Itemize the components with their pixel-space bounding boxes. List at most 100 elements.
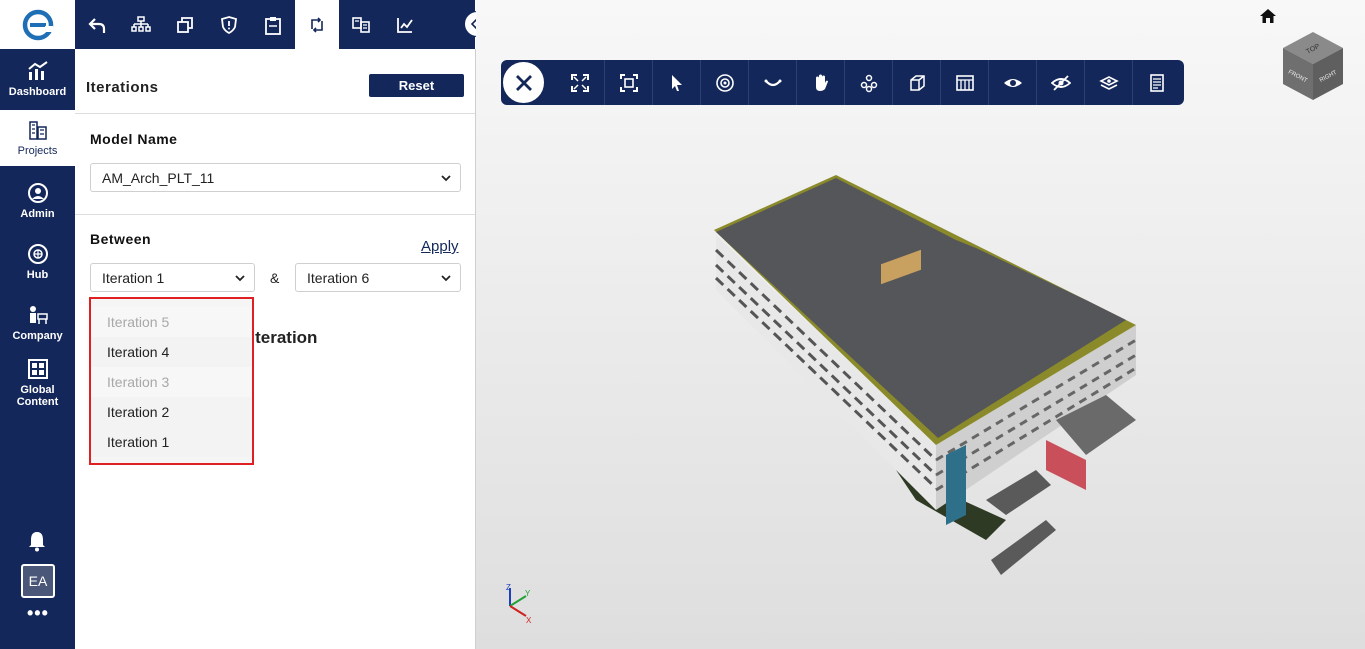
panel-toolbar [75, 0, 475, 49]
analytics-button[interactable] [383, 0, 427, 49]
nav-hub[interactable]: Hub [0, 233, 75, 291]
more-menu-button[interactable]: ••• [27, 604, 49, 622]
to-iteration-value: Iteration 6 [307, 269, 370, 286]
nav-projects[interactable]: Projects [0, 110, 75, 166]
reset-button[interactable]: Reset [369, 74, 464, 97]
clipboard-icon [265, 16, 281, 35]
model-name-label: Model Name [90, 131, 178, 147]
nav-company-label: Company [12, 330, 63, 342]
iterations-button[interactable] [295, 0, 339, 49]
axis-z-label: Z [506, 583, 511, 592]
orbit-icon [715, 73, 734, 92]
copy-button[interactable] [163, 0, 207, 49]
close-viewer-button[interactable] [501, 60, 546, 105]
buildings-icon [28, 121, 47, 140]
close-icon [515, 74, 532, 91]
cursor-icon [671, 74, 682, 91]
undo-arrow-icon [88, 17, 106, 33]
divider [75, 214, 475, 215]
panel-title: Iterations [86, 79, 159, 96]
section-curve-icon [764, 79, 781, 86]
logo-icon [22, 9, 53, 40]
cube-view-button[interactable] [892, 60, 940, 105]
dashboard-icon [27, 61, 48, 80]
axis-y-label: Y [525, 589, 531, 598]
nav-admin[interactable]: Admin [0, 172, 75, 230]
hierarchy-icon [131, 15, 151, 32]
explode-icon [860, 74, 877, 92]
expand-icon [571, 73, 589, 92]
show-button[interactable] [988, 60, 1036, 105]
nav-global-content-label: Global Content [16, 384, 59, 408]
properties-button[interactable] [1132, 60, 1180, 105]
app-logo[interactable] [0, 0, 75, 49]
apply-link[interactable]: Apply [421, 238, 459, 255]
dropdown-option[interactable]: Iteration 1 [91, 427, 251, 457]
dropdown-option: Iteration 3 [91, 367, 251, 397]
app-root: Dashboard Projects Admin Hub Company Glo… [0, 0, 1365, 649]
document-icon [1149, 73, 1164, 92]
bell-icon [29, 532, 45, 552]
fit-view-button[interactable] [604, 60, 652, 105]
layers-eye-icon [1098, 75, 1119, 90]
eye-off-icon [1050, 74, 1071, 91]
divider [75, 113, 475, 114]
hand-icon [815, 74, 828, 91]
axis-triad: Z Y X [506, 583, 532, 625]
explode-tool-button[interactable] [844, 60, 892, 105]
chevron-down-icon [441, 175, 451, 182]
notifications-button[interactable] [27, 530, 47, 557]
pan-tool-button[interactable] [796, 60, 844, 105]
fullscreen-button[interactable] [556, 60, 604, 105]
fit-to-view-icon [619, 73, 638, 92]
section-box-icon [955, 74, 974, 91]
shield-icon [221, 15, 237, 34]
layers-button[interactable] [1084, 60, 1132, 105]
model-viewer[interactable]: TOP FRONT RIGHT Z Y X [476, 0, 1365, 649]
ampersand: & [270, 270, 280, 286]
nav-admin-label: Admin [20, 208, 55, 220]
dropdown-option[interactable]: Iteration 2 [91, 397, 251, 427]
hide-button[interactable] [1036, 60, 1084, 105]
viewer-toolbar [501, 60, 1184, 105]
iteration-dropdown: Iteration 5 Iteration 4 Iteration 3 Iter… [89, 297, 254, 465]
back-button[interactable] [75, 0, 119, 49]
chevron-down-icon [441, 275, 451, 282]
eye-icon [1003, 78, 1022, 87]
nav-company[interactable]: Company [0, 294, 75, 352]
axis-x-label: X [526, 616, 532, 625]
nav-dashboard-label: Dashboard [8, 86, 67, 98]
nav-global-content[interactable]: Global Content [0, 352, 75, 414]
model-compare-button[interactable] [339, 0, 383, 49]
nav-projects-label: Projects [17, 145, 58, 157]
model-name-value: AM_Arch_PLT_11 [102, 169, 215, 186]
global-content-icon [27, 359, 48, 379]
home-view-button[interactable] [1259, 8, 1277, 29]
rfi-button[interactable] [251, 0, 295, 49]
model-name-select[interactable]: AM_Arch_PLT_11 [90, 163, 461, 192]
orbit-tool-button[interactable] [700, 60, 748, 105]
admin-icon [27, 183, 48, 203]
chevron-down-icon [235, 275, 245, 282]
dropdown-option: Iteration 5 [91, 307, 251, 337]
section-tool-button[interactable] [748, 60, 796, 105]
sections-box-button[interactable] [940, 60, 988, 105]
cube-icon [909, 74, 925, 91]
hub-icon [27, 244, 48, 264]
avatar[interactable]: EA [21, 564, 55, 598]
left-nav: Dashboard Projects Admin Hub Company Glo… [0, 0, 75, 649]
copy-icon [177, 16, 193, 33]
document-compare-icon [352, 16, 370, 33]
from-iteration-select[interactable]: Iteration 1 [90, 263, 255, 292]
shield-button[interactable] [207, 0, 251, 49]
hierarchy-button[interactable] [119, 0, 163, 49]
view-cube[interactable]: TOP FRONT RIGHT [1281, 30, 1345, 102]
dropdown-option[interactable]: Iteration 4 [91, 337, 251, 367]
compare-arrows-icon [311, 16, 323, 33]
nav-hub-label: Hub [26, 269, 49, 281]
nav-dashboard[interactable]: Dashboard [0, 50, 75, 108]
home-icon [1260, 9, 1276, 23]
to-iteration-select[interactable]: Iteration 6 [295, 263, 461, 292]
select-tool-button[interactable] [652, 60, 700, 105]
from-iteration-value: Iteration 1 [102, 269, 165, 286]
